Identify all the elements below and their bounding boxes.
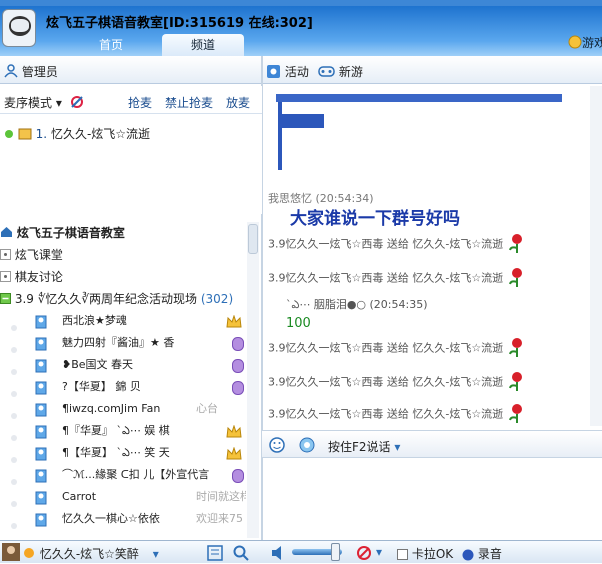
tree-group[interactable]: 棋友讨论 bbox=[0, 266, 246, 288]
member-name: ¶『华夏』 `ఎ⋯ 娱 棋 bbox=[62, 424, 170, 437]
right-toolbar: 活动 新游 bbox=[262, 56, 602, 84]
smiley-icon bbox=[568, 35, 582, 52]
record-button[interactable]: 录音 bbox=[462, 545, 502, 562]
left-toolbar: 管理员 bbox=[0, 56, 262, 84]
member-name: Carrot bbox=[62, 490, 97, 503]
mic-mute-icon[interactable] bbox=[356, 545, 372, 564]
chat-message-number: 100 bbox=[286, 316, 311, 331]
user-icon bbox=[4, 64, 18, 81]
tree-root[interactable]: 炫飞五子棋语音教室 bbox=[0, 222, 246, 244]
member-row[interactable]: ¶『华夏』 `ఎ⋯ 娱 棋 bbox=[0, 420, 246, 442]
face-icon[interactable] bbox=[298, 436, 316, 457]
message-input[interactable] bbox=[264, 459, 602, 539]
member-name: ⌒ℳ...緣聚 ᑕ扣 儿【外宣代言 bbox=[62, 468, 210, 481]
online-dot-icon bbox=[10, 515, 18, 537]
member-name: ¶iwzq.comJim Fan bbox=[62, 402, 161, 415]
tree-group[interactable]: 炫飞课堂 bbox=[0, 244, 246, 266]
gift-message: 3.9忆久久一炫飞☆西毒 送给 忆久久-炫飞☆流逝 bbox=[268, 336, 527, 361]
activity-button[interactable]: 活动 bbox=[266, 63, 309, 82]
tab-channel[interactable]: 频道 bbox=[162, 34, 244, 56]
channel-tree: 炫飞五子棋语音教室 炫飞课堂 棋友讨论 3.9 ∜忆久久∛两周年纪念活动现场 (… bbox=[0, 222, 246, 538]
member-note: 心台 bbox=[196, 402, 218, 415]
settings-button[interactable] bbox=[207, 545, 223, 564]
grab-mic-link[interactable]: 抢麦 bbox=[128, 94, 152, 111]
karaoke-checkbox[interactable]: 卡拉OK bbox=[397, 545, 453, 562]
rose-icon bbox=[507, 370, 527, 395]
input-toolbar: 按住F2说话 ▾ bbox=[262, 430, 602, 458]
member-name: ❥Be国文 春天 bbox=[62, 358, 134, 371]
status-icon bbox=[22, 546, 36, 563]
forbid-grab-mic-link[interactable]: 禁止抢麦 bbox=[165, 94, 213, 111]
chat-image-block bbox=[282, 114, 324, 128]
member-row[interactable]: ⌒ℳ...緣聚 ᑕ扣 儿【外宣代言 bbox=[0, 464, 246, 486]
chat-panel: 我思悠忆 (20:54:34) 大家谁说一下群号好吗 3.9忆久久一炫飞☆西毒 … bbox=[264, 86, 602, 426]
dropdown-icon[interactable]: ▾ bbox=[376, 545, 382, 559]
volume-slider-thumb[interactable] bbox=[331, 543, 340, 561]
member-name: ¶【华夏】 `ఎ⋯ 笑 天 bbox=[62, 446, 170, 459]
rose-icon bbox=[507, 402, 527, 426]
status-bar: 忆久久-炫飞☆笑醉 ▾ ▾ 卡拉OK 录音 bbox=[0, 540, 602, 563]
emoji-icon[interactable] bbox=[268, 436, 286, 457]
member-row[interactable]: ❥Be国文 春天 bbox=[0, 354, 246, 376]
gamepad-icon bbox=[318, 65, 335, 81]
game-button[interactable]: 游戏 bbox=[568, 34, 602, 52]
mic-mode-bar: 麦序模式 ▾ 抢麦 禁止抢麦 放麦 bbox=[0, 86, 262, 114]
home-icon bbox=[0, 223, 13, 245]
member-row[interactable]: ¶iwzq.comJim Fan 心台 bbox=[0, 398, 246, 420]
speaker-icon[interactable] bbox=[270, 545, 288, 564]
member-name: 西北浪★梦魂 bbox=[62, 314, 127, 327]
dropdown-icon: ▾ bbox=[55, 96, 62, 110]
chat-scrollbar[interactable] bbox=[590, 86, 602, 426]
room-title: 炫飞五子棋语音教室[ID:315619 在线:302] bbox=[46, 16, 313, 31]
chat-message-big: 大家谁说一下群号好吗 bbox=[290, 209, 460, 229]
mic-queue: 1. 忆久久-炫飞☆流逝 bbox=[0, 114, 262, 214]
tab-home[interactable]: 首页 bbox=[70, 34, 152, 56]
scrollbar-thumb[interactable] bbox=[248, 224, 258, 254]
rose-icon bbox=[507, 336, 527, 361]
newgame-button[interactable]: 新游 bbox=[318, 63, 363, 81]
admin-button[interactable]: 管理员 bbox=[4, 63, 58, 81]
expand-icon bbox=[0, 267, 11, 289]
dropdown-icon: ▾ bbox=[394, 440, 401, 454]
rose-icon bbox=[507, 232, 527, 257]
chat-image-stem bbox=[278, 102, 282, 170]
mic-queue-item[interactable]: 1. 忆久久-炫飞☆流逝 bbox=[4, 125, 150, 143]
member-row[interactable]: 魅力四射『酱油』★ 香 bbox=[0, 332, 246, 354]
avatar[interactable] bbox=[2, 543, 20, 564]
room-header: 炫飞五子棋语音教室[ID:315619 在线:302] 首页 频道 游戏 bbox=[0, 6, 602, 56]
chat-sender-line: `ఎ⋯ 胭脂泪●○ (20:54:35) bbox=[286, 298, 428, 311]
member-name: 忆久久一棋心☆依依 bbox=[62, 512, 160, 525]
crown-badge-icon bbox=[18, 126, 32, 143]
member-row[interactable]: ?【华夏】 錦 贝 bbox=[0, 376, 246, 398]
member-row[interactable]: 西北浪★梦魂 bbox=[0, 310, 246, 332]
search-icon[interactable] bbox=[233, 545, 249, 564]
gift-message: 3.9忆久久一炫飞☆西毒 送给 忆久久-炫飞☆流逝 bbox=[268, 402, 527, 426]
release-mic-link[interactable]: 放麦 bbox=[226, 94, 250, 111]
push-to-talk-button[interactable]: 按住F2说话 ▾ bbox=[328, 438, 400, 455]
rose-icon bbox=[507, 266, 527, 291]
member-icon bbox=[34, 511, 48, 534]
gift-message: 3.9忆久久一炫飞☆西毒 送给 忆久久-炫飞☆流逝 bbox=[268, 370, 527, 395]
member-row[interactable]: 忆久久一棋心☆依依 欢迎来75 bbox=[0, 508, 246, 530]
settings-icon[interactable] bbox=[70, 95, 84, 112]
member-row[interactable]: Carrot 时间就这样在流逝 bbox=[0, 486, 246, 508]
gift-message: 3.9忆久久一炫飞☆西毒 送给 忆久久-炫飞☆流逝 bbox=[268, 232, 527, 257]
tree-scrollbar[interactable] bbox=[247, 222, 259, 538]
member-note: 时间就这样在流逝 bbox=[196, 490, 246, 503]
online-dot-icon bbox=[4, 128, 14, 142]
mic-mode-select[interactable]: 麦序模式 ▾ bbox=[4, 94, 84, 112]
gift-message: 3.9忆久久一炫飞☆西毒 送给 忆久久-炫飞☆流逝 bbox=[268, 266, 527, 291]
chat-image-bar bbox=[276, 94, 562, 102]
member-name: 魅力四射『酱油』★ 香 bbox=[62, 336, 175, 349]
app-logo bbox=[2, 9, 36, 47]
expand-icon bbox=[0, 245, 11, 267]
user-status[interactable]: 忆久久-炫飞☆笑醉 ▾ bbox=[22, 545, 159, 563]
active-channel[interactable]: 3.9 ∜忆久久∛两周年纪念活动现场 (302) bbox=[0, 288, 246, 310]
activity-icon bbox=[266, 64, 281, 82]
member-row[interactable]: ¶【华夏】 `ఎ⋯ 笑 天 bbox=[0, 442, 246, 464]
dropdown-icon: ▾ bbox=[152, 547, 159, 561]
member-name: ?【华夏】 錦 贝 bbox=[62, 380, 141, 393]
member-note: 欢迎来75 bbox=[196, 512, 243, 525]
collapse-icon bbox=[0, 289, 11, 311]
